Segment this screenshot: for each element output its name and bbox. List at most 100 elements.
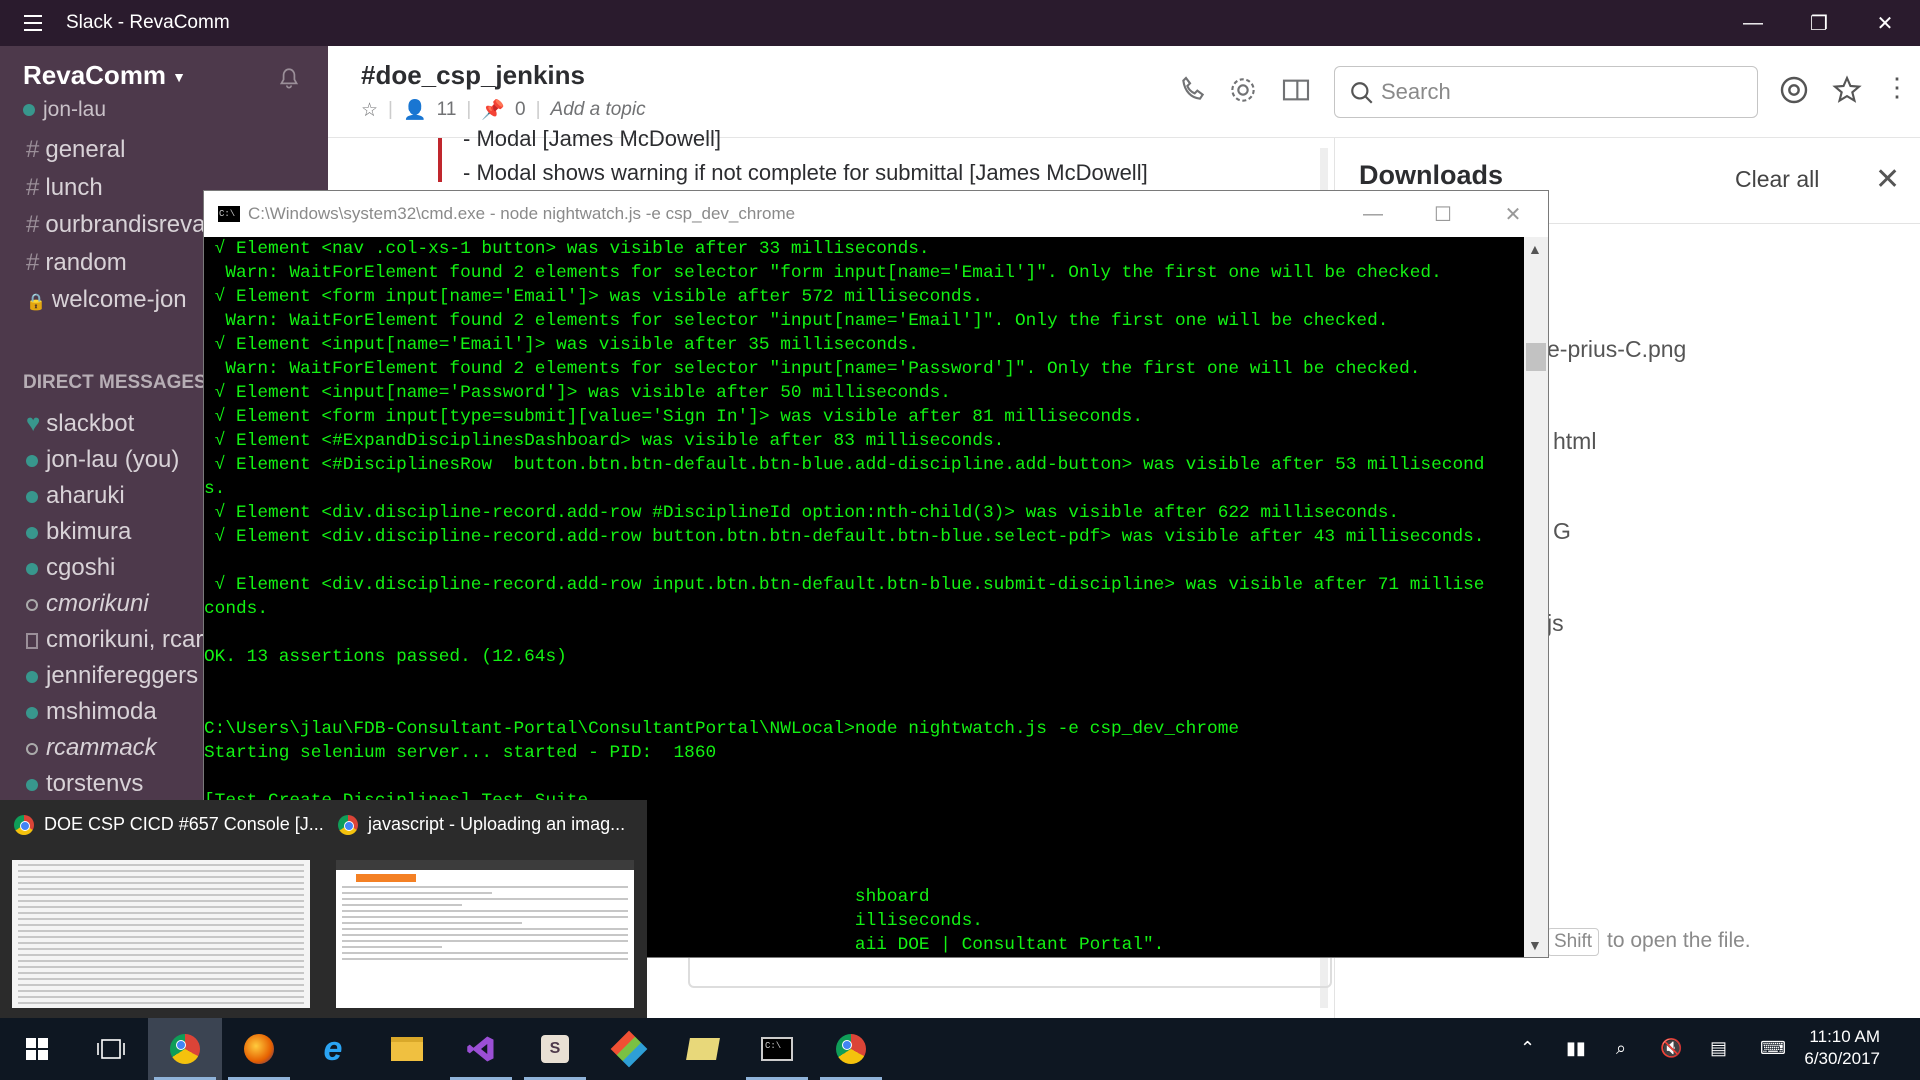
dm-label: slackbot — [46, 410, 135, 437]
chrome-secondary-icon[interactable] — [814, 1018, 888, 1080]
action-center-icon[interactable]: ▤ — [1710, 1038, 1727, 1059]
dm-heading[interactable]: DIRECT MESSAGES — [23, 372, 207, 394]
hash-icon: # — [26, 136, 40, 163]
keyboard-icon[interactable]: ⌨ — [1760, 1038, 1786, 1059]
dm-item-jon-lau[interactable]: jon-lau (you) — [26, 446, 179, 474]
file-explorer-icon[interactable] — [370, 1018, 444, 1080]
dm-item-bkimura[interactable]: bkimura — [26, 518, 131, 546]
thumbnail-jenkins[interactable]: DOE CSP CICD #657 Console [J... — [0, 800, 324, 1018]
sidebar-toggle-icon[interactable] — [1280, 74, 1312, 106]
volume-icon[interactable]: 🔇 — [1660, 1038, 1682, 1059]
scroll-thumb[interactable] — [1526, 343, 1546, 371]
slack-taskbar-icon[interactable]: S — [518, 1018, 592, 1080]
scroll-up-icon[interactable]: ▲ — [1528, 241, 1542, 257]
visual-studio-icon[interactable] — [444, 1018, 518, 1080]
star-icon[interactable]: ☆ — [361, 99, 378, 122]
cmd-scrollbar[interactable]: ▲ ▼ — [1524, 237, 1548, 957]
channel-name[interactable]: #doe_csp_jenkins — [361, 60, 585, 91]
download-item[interactable]: js — [1547, 610, 1564, 637]
thumbnail-label: DOE CSP CICD #657 Console [J... — [14, 814, 324, 835]
window-titlebar: Slack - RevaComm — — [0, 0, 1920, 46]
cmd-taskbar-icon[interactable]: C:\ — [740, 1018, 814, 1080]
divider: | — [388, 99, 393, 120]
starred-icon[interactable] — [1831, 74, 1863, 106]
message-line: - Modal [James McDowell] — [463, 126, 721, 151]
bell-icon[interactable] — [276, 66, 302, 92]
pin-icon[interactable]: 📌 — [481, 98, 505, 122]
presence-icon — [26, 490, 38, 503]
clock-date: 6/30/2017 — [1804, 1049, 1880, 1068]
sidebar-item-ourbrandisreva[interactable]: # ourbrandisreva — [26, 211, 205, 239]
close-icon[interactable]: ✕ — [1478, 191, 1548, 237]
thumbnail-stackoverflow[interactable]: javascript - Uploading an imag... — [324, 800, 647, 1018]
console-line: √ Element <div.discipline-record.add-row… — [204, 575, 1485, 595]
more-icon[interactable]: ⋮ — [1884, 72, 1910, 103]
clear-all-button[interactable]: Clear all — [1735, 166, 1819, 193]
search-placeholder: Search — [1381, 79, 1451, 104]
maximize-icon[interactable]: ❐ — [1786, 0, 1852, 46]
sidebar-item-welcome-jon[interactable]: 🔒 welcome-jon — [26, 286, 187, 314]
close-icon[interactable]: ✕ — [1852, 0, 1918, 46]
chrome-taskbar-icon[interactable] — [148, 1018, 222, 1080]
task-view-icon[interactable] — [74, 1018, 148, 1080]
sidebar-item-general[interactable]: # general — [26, 136, 125, 164]
window-title: Slack - RevaComm — [66, 12, 230, 33]
minimize-icon[interactable]: — — [1338, 191, 1408, 237]
minimize-icon[interactable]: — — [1720, 0, 1786, 46]
members-icon[interactable]: 👤 — [403, 98, 427, 122]
clock[interactable]: 11:10 AM 6/30/2017 — [1800, 1026, 1880, 1070]
wifi-icon[interactable]: ⌕ — [1616, 1038, 1626, 1059]
current-user-label: jon-lau — [43, 98, 107, 121]
menu-icon[interactable] — [0, 0, 66, 46]
download-item[interactable]: html — [1553, 428, 1596, 455]
pin-count[interactable]: 0 — [515, 99, 526, 121]
add-topic[interactable]: Add a topic — [551, 99, 646, 121]
chevron-up-icon[interactable]: ⌃ — [1520, 1038, 1535, 1059]
dm-item-group[interactable]: cmorikuni, rcar — [26, 626, 203, 654]
chevron-down-icon: ▼ — [172, 69, 186, 86]
dm-label: rcammack — [46, 734, 157, 761]
console-line: √ Element <#ExpandDisciplinesDashboard> … — [204, 431, 1005, 451]
battery-icon[interactable]: ▮▮ — [1566, 1038, 1586, 1059]
dm-item-rcammack[interactable]: rcammack — [26, 734, 157, 762]
windows-start-icon[interactable] — [0, 1018, 74, 1080]
cmd-titlebar[interactable]: C:\ C:\Windows\system32\cmd.exe - node n… — [204, 191, 1548, 237]
presence-icon — [26, 706, 38, 719]
mentions-icon[interactable] — [1778, 74, 1810, 106]
dm-item-cgoshi[interactable]: cgoshi — [26, 554, 115, 582]
close-icon[interactable]: ✕ — [1875, 162, 1900, 197]
scroll-down-icon[interactable]: ▼ — [1528, 937, 1542, 953]
member-count[interactable]: 11 — [437, 99, 457, 121]
heart-icon: ♥ — [26, 410, 41, 437]
phone-icon[interactable] — [1178, 74, 1210, 106]
dm-item-slackbot[interactable]: ♥ slackbot — [26, 410, 134, 438]
folder-icon[interactable] — [666, 1018, 740, 1080]
clock-time: 11:10 AM — [1809, 1027, 1880, 1046]
dm-item-torstenvs[interactable]: torstenvs — [26, 770, 143, 798]
dm-item-cmorikuni[interactable]: cmorikuni — [26, 590, 149, 618]
team-name[interactable]: RevaComm ▼ — [23, 60, 186, 91]
sidebar-item-lunch[interactable]: # lunch — [26, 174, 103, 202]
presence-icon — [26, 670, 38, 683]
search-input[interactable]: Search — [1334, 66, 1758, 118]
dm-item-jennifereggers[interactable]: jennifereggers — [26, 662, 198, 690]
dm-item-mshimoda[interactable]: mshimoda — [26, 698, 157, 726]
download-item[interactable]: e-prius-C.png — [1547, 336, 1686, 363]
channel-label: random — [45, 249, 127, 276]
internet-explorer-icon[interactable]: e — [296, 1018, 370, 1080]
dm-label: cmorikuni — [46, 590, 149, 617]
presence-icon — [26, 526, 38, 539]
firefox-icon[interactable] — [222, 1018, 296, 1080]
dm-item-aharuki[interactable]: aharuki — [26, 482, 125, 510]
hash-icon: # — [26, 211, 40, 238]
gear-icon[interactable] — [1227, 74, 1259, 106]
current-user[interactable]: jon-lau — [23, 98, 106, 122]
sidebar-item-random[interactable]: # random — [26, 249, 127, 277]
channel-header: #doe_csp_jenkins ☆ | 👤 11 | 📌 0 | Add a to… — [328, 46, 1920, 138]
download-item[interactable]: G — [1553, 518, 1571, 545]
git-icon[interactable] — [592, 1018, 666, 1080]
maximize-icon[interactable]: ☐ — [1408, 191, 1478, 237]
taskbar: e S C:\ ⌃ ▮▮ ⌕ 🔇 ▤ ⌨ 11:10 AM 6/30/2017 — [0, 1018, 1920, 1080]
